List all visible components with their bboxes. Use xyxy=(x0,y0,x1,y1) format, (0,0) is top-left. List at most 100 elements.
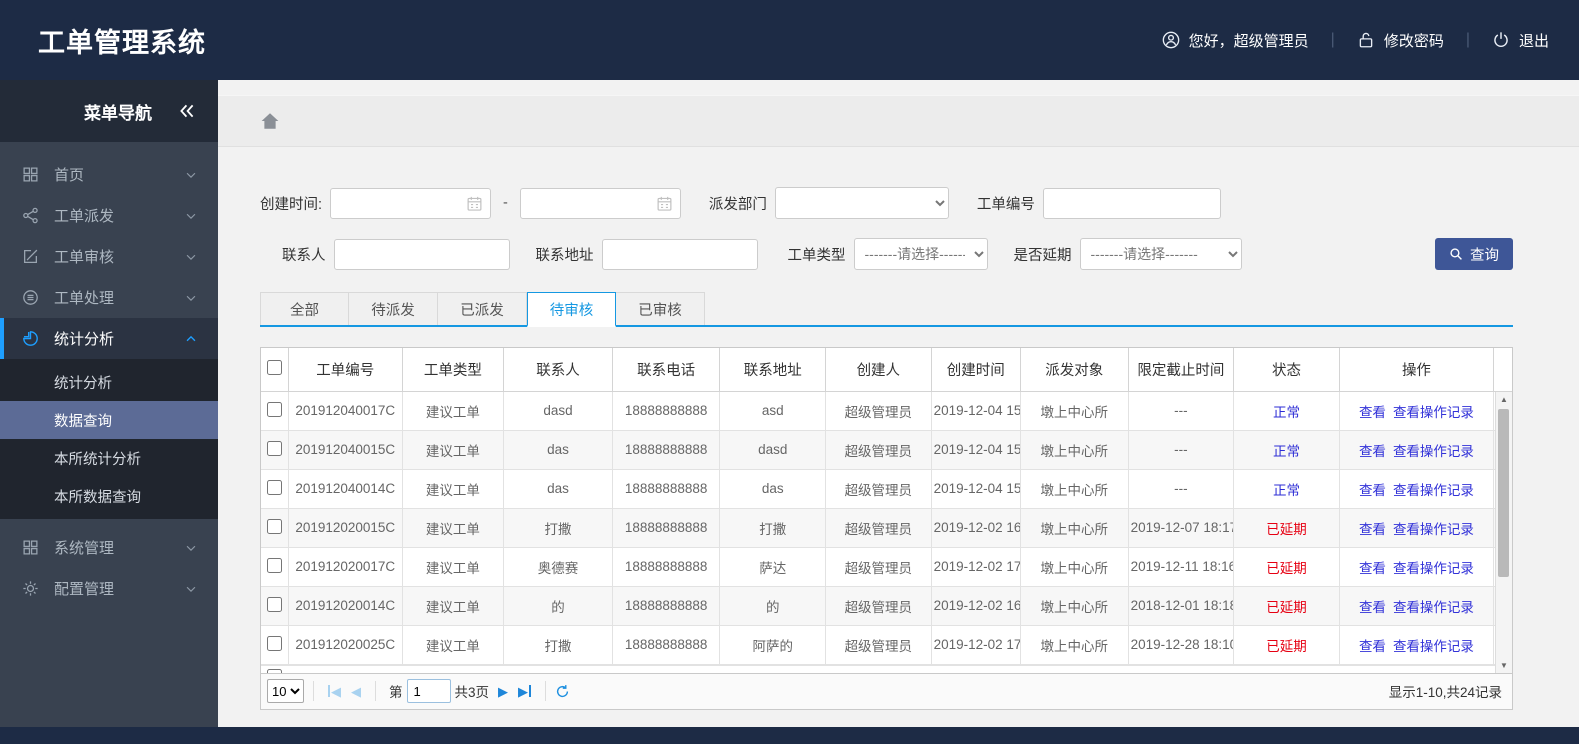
total-pages-label: 共3页 xyxy=(454,685,490,700)
tab-all[interactable]: 全部 xyxy=(260,292,349,325)
cell-creator: 超级管理员 xyxy=(825,624,932,665)
row-checkbox[interactable] xyxy=(266,635,282,651)
cell-checkbox xyxy=(261,468,289,509)
view-log-link[interactable]: 查看操作记录 xyxy=(1393,444,1474,459)
dispatch-dept-select[interactable] xyxy=(774,187,949,219)
sidebar-item-label: 工单派发 xyxy=(54,208,115,225)
row-checkbox[interactable] xyxy=(266,596,282,612)
view-log-link[interactable]: 查看操作记录 xyxy=(1393,561,1474,576)
cell-target: 墩上中心所 xyxy=(1019,390,1129,431)
bottom-bar xyxy=(0,727,1579,744)
first-page-button[interactable]: ◀ xyxy=(323,683,346,700)
scrollbar-thumb[interactable] xyxy=(1498,409,1509,578)
header-actions: 您好，超级管理员 | 修改密码 | 退出 xyxy=(1162,30,1549,51)
top-header: 工单管理系统 您好，超级管理员 | 修改密码 | 退出 xyxy=(0,0,1579,80)
row-checkbox[interactable] xyxy=(266,557,282,573)
cell-order-type: 建议工单 xyxy=(401,390,505,431)
page-size-select[interactable]: 10 xyxy=(267,679,304,703)
row-checkbox[interactable] xyxy=(266,479,282,495)
tab-reviewed[interactable]: 已审核 xyxy=(616,292,705,325)
address-input[interactable] xyxy=(602,239,757,269)
view-log-link[interactable]: 查看操作记录 xyxy=(1393,405,1474,420)
sidebar-item-review[interactable]: 工单审核 xyxy=(0,236,218,277)
submenu-item-statistics[interactable]: 统计分析 xyxy=(0,363,218,401)
row-checkbox[interactable] xyxy=(266,440,282,456)
sidebar-title: 菜单导航 xyxy=(84,103,152,123)
address-label: 联系地址 xyxy=(535,247,594,264)
submenu-item-local-statistics[interactable]: 本所统计分析 xyxy=(0,439,218,477)
select-all-checkbox[interactable] xyxy=(266,359,282,375)
last-page-button[interactable]: ▶ xyxy=(513,683,536,700)
prev-page-button[interactable]: ◀ xyxy=(346,683,366,700)
delay-select[interactable]: -------请选择------- xyxy=(1079,238,1242,270)
cell-order-type: 建议工单 xyxy=(401,585,505,626)
prev-page-icon: ◀ xyxy=(351,683,361,699)
sidebar-item-statistics[interactable]: 统计分析 xyxy=(0,318,218,359)
refresh-icon[interactable] xyxy=(555,684,570,699)
page-number-input[interactable] xyxy=(406,679,451,703)
next-page-button[interactable]: ▶ xyxy=(493,683,513,700)
view-log-link[interactable]: 查看操作记录 xyxy=(1393,600,1474,615)
logout-label: 退出 xyxy=(1518,32,1549,50)
sidebar-item-home[interactable]: 首页 xyxy=(0,154,218,195)
sidebar-item-process[interactable]: 工单处理 xyxy=(0,277,218,318)
lock-icon xyxy=(1359,32,1373,48)
cell-creator: 超级管理员 xyxy=(825,390,932,431)
submenu-label: 统计分析 xyxy=(54,375,112,392)
tab-to-review[interactable]: 待审核 xyxy=(527,292,616,327)
order-no-input[interactable] xyxy=(1043,188,1220,218)
sidebar-item-label: 工单处理 xyxy=(54,290,115,307)
user-greeting[interactable]: 您好，超级管理员 xyxy=(1162,30,1309,51)
view-link[interactable]: 查看 xyxy=(1359,522,1386,537)
contact-input[interactable] xyxy=(334,239,509,269)
content: 创建时间: - 派发部门 工单编号 联系人 联系地址 工单类型 -------请… xyxy=(218,147,1579,710)
col-status: 状态 xyxy=(1233,348,1340,392)
calendar-icon[interactable] xyxy=(466,195,483,212)
calendar-icon[interactable] xyxy=(656,195,673,212)
cell-deadline: 2019-12-28 18:10 xyxy=(1127,624,1235,665)
change-password-button[interactable]: 修改密码 xyxy=(1357,30,1444,51)
view-link[interactable]: 查看 xyxy=(1359,405,1386,420)
row-checkbox[interactable] xyxy=(266,401,282,417)
table-row: 201912020017C 建议工单 奥德赛 18888888888 萨达 超级… xyxy=(261,546,1512,587)
cell-checkbox xyxy=(261,507,289,548)
cell-created: 2019-12-02 16 xyxy=(930,507,1021,548)
cell-phone: 18888888888 xyxy=(611,624,721,665)
order-type-select[interactable]: -------请选择------- xyxy=(853,238,988,270)
scroll-down-icon[interactable]: ▼ xyxy=(1496,658,1512,673)
submenu-label: 本所数据查询 xyxy=(54,489,141,506)
view-link[interactable]: 查看 xyxy=(1359,600,1386,615)
sidebar-item-dispatch[interactable]: 工单派发 xyxy=(0,195,218,236)
search-button[interactable]: 查询 xyxy=(1435,238,1513,270)
change-password-label: 修改密码 xyxy=(1383,32,1444,50)
submenu-item-local-data-query[interactable]: 本所数据查询 xyxy=(0,477,218,515)
status-badge: 已延期 xyxy=(1266,599,1307,615)
home-icon[interactable] xyxy=(260,111,280,131)
greeting-text: 您好，超级管理员 xyxy=(1188,32,1309,50)
sidebar-item-config[interactable]: 配置管理 xyxy=(0,568,218,609)
table-scrollbar[interactable]: ▲ ▼ xyxy=(1495,392,1512,673)
collapse-sidebar-icon[interactable] xyxy=(178,102,196,120)
view-log-link[interactable]: 查看操作记录 xyxy=(1393,483,1474,498)
view-link[interactable]: 查看 xyxy=(1359,639,1386,654)
submenu-item-data-query[interactable]: 数据查询 xyxy=(0,401,218,439)
tab-to-dispatch[interactable]: 待派发 xyxy=(349,292,438,325)
tab-dispatched[interactable]: 已派发 xyxy=(438,292,527,325)
scroll-up-icon[interactable]: ▲ xyxy=(1496,392,1512,407)
sidebar-item-system[interactable]: 系统管理 xyxy=(0,527,218,568)
row-checkbox[interactable] xyxy=(266,518,282,534)
order-no-field xyxy=(1042,187,1221,219)
view-log-link[interactable]: 查看操作记录 xyxy=(1393,522,1474,537)
view-link[interactable]: 查看 xyxy=(1359,483,1386,498)
breadcrumb xyxy=(218,95,1579,147)
cell-checkbox xyxy=(261,624,289,665)
cell-creator: 超级管理员 xyxy=(825,429,932,470)
view-link[interactable]: 查看 xyxy=(1359,444,1386,459)
table-row: 201912020025C 建议工单 打撒 18888888888 阿萨的 超级… xyxy=(261,624,1512,665)
logout-button[interactable]: 退出 xyxy=(1492,30,1549,51)
row-checkbox[interactable] xyxy=(267,668,282,673)
view-link[interactable]: 查看 xyxy=(1359,561,1386,576)
cell-status: 已延期 xyxy=(1233,585,1340,626)
cell-deadline: --- xyxy=(1127,390,1235,431)
view-log-link[interactable]: 查看操作记录 xyxy=(1393,639,1474,654)
